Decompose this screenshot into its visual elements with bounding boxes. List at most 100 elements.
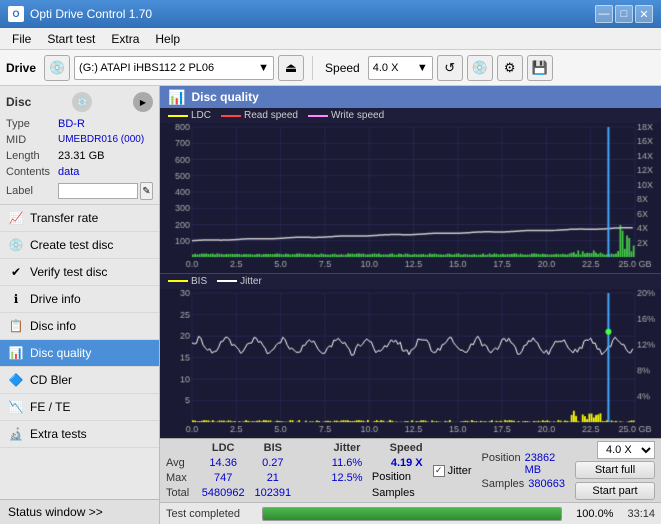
samples-label2: Samples bbox=[481, 478, 524, 490]
write-speed-legend-label: Write speed bbox=[331, 110, 384, 121]
position-row: Position bbox=[372, 471, 423, 483]
drive-info-icon: ℹ bbox=[8, 291, 24, 307]
speed-dropdown-row: 4.0 X 2.0 X 8.0 X bbox=[597, 441, 655, 459]
toolbar-separator bbox=[312, 56, 313, 80]
menu-help[interactable]: Help bbox=[147, 30, 188, 48]
sidebar-item-create-test-disc[interactable]: 💿 Create test disc bbox=[0, 232, 159, 259]
samples-val: 380663 bbox=[528, 478, 565, 490]
sidebar-item-label-transfer-rate: Transfer rate bbox=[30, 211, 98, 225]
bis-max: 21 bbox=[250, 471, 297, 486]
jitter-legend-label: Jitter bbox=[240, 276, 262, 287]
settings-button[interactable]: ⚙ bbox=[497, 55, 523, 81]
menu-file[interactable]: File bbox=[4, 30, 39, 48]
mid-key: MID bbox=[6, 132, 58, 148]
label-apply-btn[interactable]: ✎ bbox=[140, 182, 153, 200]
chart2-legend: BIS Jitter bbox=[160, 274, 661, 289]
save-button[interactable]: 💾 bbox=[527, 55, 553, 81]
sidebar-item-label-disc-quality: Disc quality bbox=[30, 346, 91, 360]
fe-te-icon: 📉 bbox=[8, 399, 24, 415]
sidebar-item-transfer-rate[interactable]: 📈 Transfer rate bbox=[0, 205, 159, 232]
sidebar-item-drive-info[interactable]: ℹ Drive info bbox=[0, 286, 159, 313]
status-window-label: Status window >> bbox=[8, 505, 103, 519]
status-window-button[interactable]: Status window >> bbox=[0, 499, 159, 524]
stats-bar: LDC BIS Jitter Speed Avg 14.36 0.27 11.6… bbox=[160, 438, 661, 502]
bis-total: 102391 bbox=[250, 485, 297, 500]
disc-info-panel: Disc 💿 ▶ Type BD-R MID UMEBDR016 (000) L… bbox=[0, 86, 159, 205]
sidebar-item-extra-tests[interactable]: 🔬 Extra tests bbox=[0, 421, 159, 448]
sidebar-item-verify-test-disc[interactable]: ✔ Verify test disc bbox=[0, 259, 159, 286]
type-key: Type bbox=[6, 116, 58, 132]
type-val: BD-R bbox=[58, 116, 85, 132]
disc-section-label: Disc bbox=[6, 95, 31, 109]
main-layout: Disc 💿 ▶ Type BD-R MID UMEBDR016 (000) L… bbox=[0, 86, 661, 524]
sidebar-item-cd-bier[interactable]: 🔷 CD Bler bbox=[0, 367, 159, 394]
close-button[interactable]: ✕ bbox=[635, 5, 653, 23]
sidebar-item-label-cd-bier: CD Bler bbox=[30, 373, 72, 387]
chart1-canvas bbox=[160, 123, 661, 273]
cd-bier-icon: 🔷 bbox=[8, 372, 24, 388]
mid-val: UMEBDR016 (000) bbox=[58, 132, 144, 148]
start-full-button[interactable]: Start full bbox=[575, 461, 655, 479]
speed-dropdown[interactable]: 4.0 X 2.0 X 8.0 X bbox=[597, 441, 655, 459]
disc-quality-header: 📊 Disc quality bbox=[160, 86, 661, 108]
ldc-avg: 14.36 bbox=[197, 456, 250, 471]
app-icon: O bbox=[8, 6, 24, 22]
start-part-button[interactable]: Start part bbox=[575, 482, 655, 500]
maximize-button[interactable]: □ bbox=[615, 5, 633, 23]
legend-read-speed: Read speed bbox=[221, 110, 298, 121]
jitter-max: 12.5% bbox=[322, 471, 372, 486]
label-key: Label bbox=[6, 185, 58, 197]
total-row-label: Total bbox=[166, 485, 197, 500]
bis-avg: 0.27 bbox=[250, 456, 297, 471]
sidebar-item-label-create-test-disc: Create test disc bbox=[30, 238, 113, 252]
drive-label: Drive bbox=[6, 61, 36, 75]
charts-container: LDC Read speed Write speed bbox=[160, 108, 661, 438]
stats-table: LDC BIS Jitter Speed Avg 14.36 0.27 11.6… bbox=[166, 441, 423, 500]
drive-select[interactable]: (G:) ATAPI iHBS112 2 PL06 ▼ bbox=[74, 56, 274, 80]
speed-select[interactable]: 4.0 X ▼ bbox=[368, 56, 433, 80]
position-row2: Position 23862 MB bbox=[481, 452, 565, 476]
write-speed-legend-dot bbox=[308, 115, 328, 117]
eject-button[interactable]: ⏏ bbox=[278, 55, 304, 81]
read-speed-legend-dot bbox=[221, 115, 241, 117]
length-val: 23.31 GB bbox=[58, 148, 104, 164]
progress-text: 100.0% bbox=[568, 508, 613, 520]
dq-header-title: Disc quality bbox=[191, 90, 258, 104]
drive-icon-btn[interactable]: 💿 bbox=[44, 55, 70, 81]
disc-icon: 💿 bbox=[72, 92, 92, 112]
sidebar-item-disc-quality[interactable]: 📊 Disc quality bbox=[0, 340, 159, 367]
sidebar-nav: 📈 Transfer rate 💿 Create test disc ✔ Ver… bbox=[0, 205, 159, 499]
read-speed-legend-label: Read speed bbox=[244, 110, 298, 121]
ldc-legend-label: LDC bbox=[191, 110, 211, 121]
disc-quality-icon: 📊 bbox=[8, 345, 24, 361]
sidebar-item-label-extra-tests: Extra tests bbox=[30, 427, 87, 441]
sidebar-item-fe-te[interactable]: 📉 FE / TE bbox=[0, 394, 159, 421]
jitter-checkbox[interactable]: ✓ bbox=[433, 465, 445, 477]
minimize-button[interactable]: — bbox=[595, 5, 613, 23]
jitter-col-header: Jitter bbox=[322, 441, 372, 456]
disc-info-icon: 📋 bbox=[8, 318, 24, 334]
content-area: 📊 Disc quality LDC Read speed bbox=[160, 86, 661, 524]
extra-tests-icon: 🔬 bbox=[8, 426, 24, 442]
disc-icon2[interactable]: ▶ bbox=[133, 92, 153, 112]
chart2-canvas bbox=[160, 289, 661, 439]
menu-extra[interactable]: Extra bbox=[103, 30, 147, 48]
label-input[interactable] bbox=[58, 183, 138, 199]
length-key: Length bbox=[6, 148, 58, 164]
menu-start-test[interactable]: Start test bbox=[39, 30, 103, 48]
position-label: Position bbox=[372, 471, 411, 483]
legend-bis: BIS bbox=[168, 276, 207, 287]
samples-row2: Samples 380663 bbox=[481, 478, 565, 490]
refresh-button[interactable]: ↺ bbox=[437, 55, 463, 81]
sidebar-item-disc-info[interactable]: 📋 Disc info bbox=[0, 313, 159, 340]
legend-ldc: LDC bbox=[168, 110, 211, 121]
jitter-check-label: Jitter bbox=[448, 465, 472, 477]
elapsed-time: 33:14 bbox=[627, 508, 655, 520]
title-bar: O Opti Drive Control 1.70 — □ ✕ bbox=[0, 0, 661, 28]
samples-row: Samples bbox=[372, 485, 423, 500]
disc-button[interactable]: 💿 bbox=[467, 55, 493, 81]
bis-legend-dot bbox=[168, 280, 188, 282]
create-test-disc-icon: 💿 bbox=[8, 237, 24, 253]
ldc-max: 747 bbox=[197, 471, 250, 486]
bis-legend-label: BIS bbox=[191, 276, 207, 287]
